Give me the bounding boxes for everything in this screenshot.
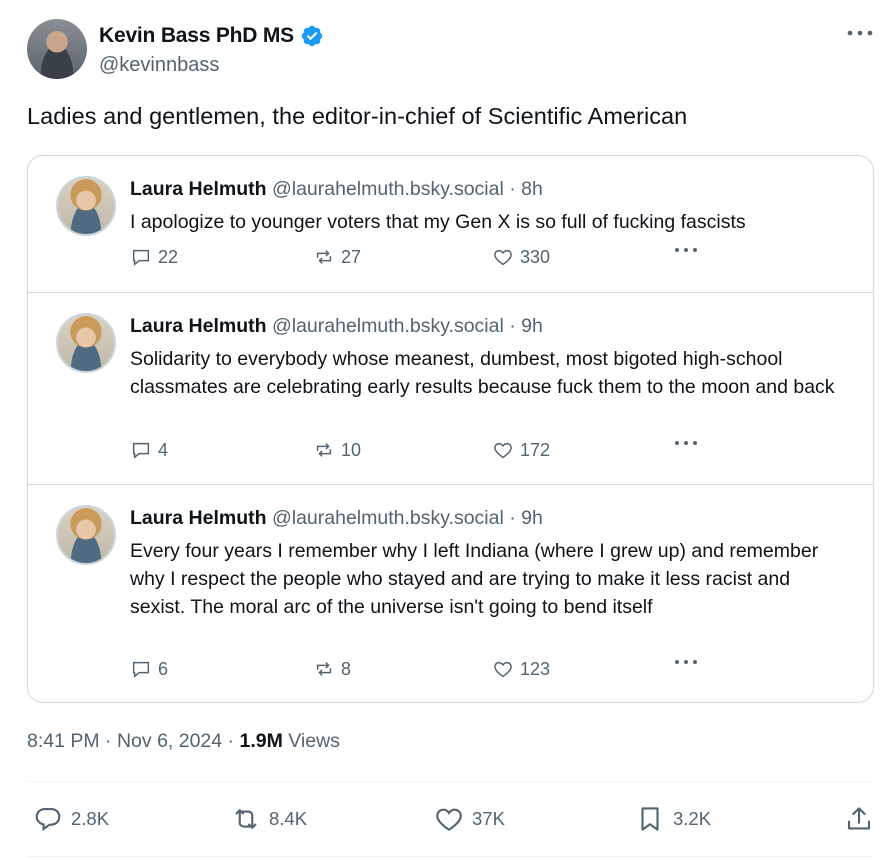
author-handle[interactable]: @kevinnbass — [99, 54, 219, 77]
quoted-post-meta: Laura Helmuth @laurahelmuth.bsky.social … — [130, 507, 543, 530]
separator-dot: · — [509, 507, 516, 529]
more-icon[interactable] — [846, 21, 874, 45]
author-name[interactable]: Kevin Bass PhD MS — [99, 24, 294, 48]
quoted-post-text: I apologize to younger voters that my Ge… — [130, 211, 746, 233]
share-icon — [847, 807, 871, 830]
reply-button[interactable]: 2.8K — [33, 802, 109, 836]
avatar — [56, 505, 116, 565]
like-icon — [436, 808, 462, 831]
quoted-author-name: Laura Helmuth — [130, 315, 267, 337]
quoted-post-meta: Laura Helmuth @laurahelmuth.bsky.social … — [130, 178, 543, 201]
quoted-author-name: Laura Helmuth — [130, 507, 267, 529]
bookmark-button[interactable]: 3.2K — [635, 802, 711, 836]
reply-icon — [132, 249, 150, 266]
quoted-post-age: 9h — [521, 315, 543, 337]
avatar — [56, 176, 116, 236]
tweet-time[interactable]: 8:41 PM — [27, 730, 100, 752]
quoted-post-age: 8h — [521, 178, 543, 200]
reply-icon — [35, 807, 61, 832]
quoted-repost-count: 27 — [313, 246, 361, 268]
author-name-row: Kevin Bass PhD MS — [99, 24, 324, 48]
quoted-reply-count: 4 — [130, 439, 168, 461]
quoted-like-count: 123 — [492, 658, 550, 680]
tweet-header: Kevin Bass PhD MS @kevinnbass — [27, 19, 874, 81]
quoted-author-handle: @laurahelmuth.bsky.social — [271, 315, 504, 337]
reply-count: 4 — [158, 439, 169, 460]
repost-icon — [316, 250, 332, 264]
repost-button[interactable]: 8.4K — [231, 802, 307, 836]
quoted-repost-count: 10 — [313, 439, 361, 461]
separator-dot: · — [227, 730, 240, 752]
quoted-post-meta: Laura Helmuth @laurahelmuth.bsky.social … — [130, 315, 543, 338]
divider — [27, 781, 874, 782]
quoted-reply-count: 22 — [130, 246, 178, 268]
separator-dot: · — [509, 315, 516, 337]
reply-icon — [132, 442, 150, 459]
like-count: 330 — [520, 246, 551, 267]
avatar — [56, 313, 116, 373]
repost-count: 8 — [341, 658, 352, 679]
reply-count: 22 — [158, 246, 179, 267]
like-count: 172 — [520, 439, 551, 460]
tweet-actions: 2.8K 8.4K 37K 3.2K — [27, 802, 874, 836]
quoted-reply-count: 6 — [130, 658, 168, 680]
tweet-timestamp: 8:41 PM · Nov 6, 2024 · 1.9M Views — [27, 730, 340, 753]
views-label: Views — [288, 730, 340, 752]
quoted-post-actions: 4 10 172 — [130, 439, 853, 463]
verified-badge-icon[interactable] — [300, 24, 324, 48]
reply-icon — [132, 661, 150, 678]
separator-dot: · — [509, 178, 516, 200]
quoted-post-text: Every four years I remember why I left I… — [130, 540, 819, 618]
bookmark-icon — [641, 807, 659, 831]
repost-icon — [316, 443, 332, 457]
like-button[interactable]: 37K — [434, 802, 505, 836]
avatar[interactable] — [27, 19, 87, 79]
quoted-post: Laura Helmuth @laurahelmuth.bsky.social … — [28, 293, 873, 485]
like-count: 123 — [520, 658, 551, 679]
more-icon — [674, 439, 698, 447]
like-icon — [494, 249, 512, 266]
quoted-like-count: 330 — [492, 246, 550, 268]
quoted-repost-count: 8 — [313, 658, 351, 680]
tweet-date[interactable]: Nov 6, 2024 — [117, 730, 222, 752]
repost-count: 27 — [341, 246, 362, 267]
repost-icon — [316, 662, 332, 676]
like-icon — [494, 442, 512, 459]
quoted-author-handle: @laurahelmuth.bsky.social — [271, 178, 504, 200]
quoted-screenshot[interactable]: Laura Helmuth @laurahelmuth.bsky.social … — [27, 155, 874, 703]
reply-count: 6 — [158, 658, 169, 679]
quoted-post: Laura Helmuth @laurahelmuth.bsky.social … — [28, 156, 873, 293]
like-icon — [494, 661, 512, 678]
more-icon — [674, 246, 698, 254]
tweet-text: Ladies and gentlemen, the editor-in-chie… — [27, 103, 688, 129]
quoted-author-handle: @laurahelmuth.bsky.social — [271, 507, 504, 529]
repost-count: 10 — [341, 439, 362, 460]
bookmark-count: 3.2K — [673, 808, 712, 829]
quoted-like-count: 172 — [492, 439, 550, 461]
separator-dot: · — [105, 730, 117, 752]
views-count: 1.9M — [239, 730, 283, 752]
reply-count: 2.8K — [71, 808, 110, 829]
divider — [27, 856, 874, 857]
repost-icon — [235, 809, 257, 829]
more-icon — [674, 658, 698, 666]
like-count: 37K — [472, 808, 505, 829]
quoted-post-age: 9h — [521, 507, 543, 529]
quoted-post-text: Solidarity to everybody whose meanest, d… — [130, 348, 835, 398]
quoted-post-actions: 22 27 330 — [130, 246, 853, 270]
share-button[interactable] — [844, 802, 874, 836]
quoted-post: Laura Helmuth @laurahelmuth.bsky.social … — [28, 485, 873, 702]
repost-count: 8.4K — [269, 808, 308, 829]
quoted-author-name: Laura Helmuth — [130, 178, 267, 200]
quoted-post-actions: 6 8 123 — [130, 658, 853, 682]
